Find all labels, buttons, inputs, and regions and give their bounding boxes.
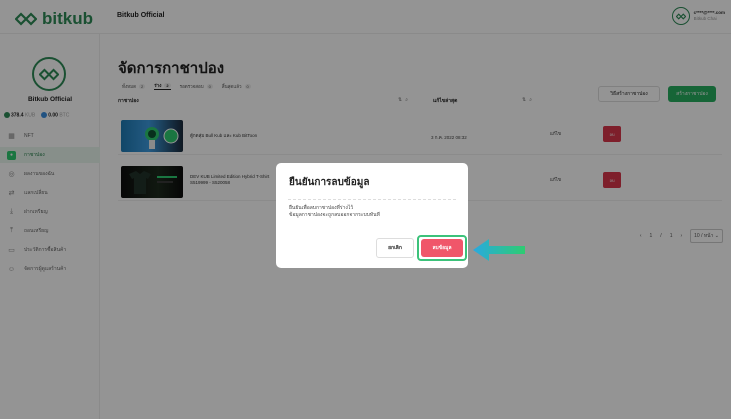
dialog-message-line2: ข้อมูลกาชาปองจะถูกลบออกจากระบบทันที bbox=[289, 212, 380, 218]
dialog-message: ยืนยันเพื่อลบกาชาปองที่ร่างไว้ ข้อมูลกาช… bbox=[289, 205, 380, 219]
pointer-arrow-icon bbox=[473, 239, 525, 261]
app-window: bitkub NFT Bitkub Official c****@****.co… bbox=[0, 0, 731, 419]
cancel-button[interactable]: ยกเลิก bbox=[376, 238, 414, 258]
confirm-delete-button[interactable]: ลบข้อมูล bbox=[421, 239, 463, 257]
dialog-message-line1: ยืนยันเพื่อลบกาชาปองที่ร่างไว้ bbox=[289, 205, 354, 211]
dialog-title: ยืนยันการลบข้อมูล bbox=[289, 177, 370, 188]
confirm-highlight: ลบข้อมูล bbox=[417, 235, 467, 261]
confirm-delete-dialog: ยืนยันการลบข้อมูล ยืนยันเพื่อลบกาชาปองที… bbox=[276, 163, 468, 268]
dialog-divider bbox=[288, 199, 456, 200]
